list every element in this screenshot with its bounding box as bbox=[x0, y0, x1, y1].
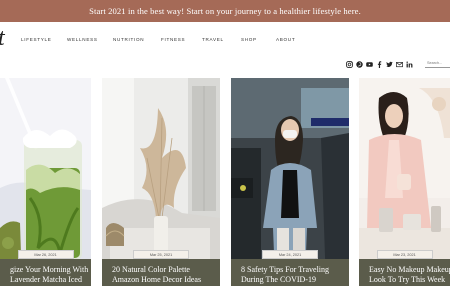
nav-item-travel[interactable]: TRAVEL bbox=[202, 37, 224, 42]
nav-item-about[interactable]: ABOUT bbox=[276, 37, 295, 42]
post-date: Mar 26, 2021 bbox=[17, 250, 74, 259]
post-title[interactable]: Easy No Makeup Makeup Look To Try This W… bbox=[359, 259, 450, 286]
linkedin-icon[interactable] bbox=[406, 60, 413, 68]
post-card[interactable]: Mar 26, 2021 gize Your Morning With Lave… bbox=[0, 78, 91, 286]
post-title[interactable]: gize Your Morning With Lavender Matcha I… bbox=[0, 259, 91, 286]
post-card[interactable]: Mar 25, 2021 20 Natural Color Palette Am… bbox=[102, 78, 220, 286]
post-date: Mar 25, 2021 bbox=[133, 250, 189, 259]
post-date: Mar 24, 2021 bbox=[262, 250, 318, 259]
post-title[interactable]: 8 Safety Tips For Traveling During The C… bbox=[231, 259, 349, 286]
pinterest-icon[interactable] bbox=[356, 60, 363, 68]
nav-item-nutrition[interactable]: NUTRITION bbox=[113, 37, 144, 42]
nav-item-shop[interactable]: SHOP bbox=[241, 37, 257, 42]
main-nav: LIFESTYLE WELLNESS NUTRITION FITNESS TRA… bbox=[0, 37, 450, 47]
instagram-icon[interactable] bbox=[346, 60, 353, 68]
nav-item-lifestyle[interactable]: LIFESTYLE bbox=[21, 37, 52, 42]
promo-banner[interactable]: Start 2021 in the best way! Start on you… bbox=[0, 0, 450, 22]
nav-item-wellness[interactable]: WELLNESS bbox=[67, 37, 98, 42]
post-date: Mar 23, 2021 bbox=[376, 250, 433, 259]
search-input[interactable] bbox=[425, 58, 450, 68]
post-title[interactable]: 20 Natural Color Palette Amazon Home Dec… bbox=[102, 259, 220, 286]
mail-icon[interactable] bbox=[396, 61, 403, 68]
nav-item-fitness[interactable]: FITNESS bbox=[161, 37, 185, 42]
social-links bbox=[346, 60, 413, 68]
post-card[interactable]: Mar 24, 2021 8 Safety Tips For Traveling… bbox=[231, 78, 349, 286]
facebook-icon[interactable] bbox=[376, 60, 383, 68]
youtube-icon[interactable] bbox=[366, 61, 373, 68]
post-card[interactable]: Mar 23, 2021 Easy No Makeup Makeup Look … bbox=[359, 78, 450, 286]
twitter-icon[interactable] bbox=[386, 61, 393, 68]
promo-banner-text: Start 2021 in the best way! Start on you… bbox=[89, 6, 361, 16]
